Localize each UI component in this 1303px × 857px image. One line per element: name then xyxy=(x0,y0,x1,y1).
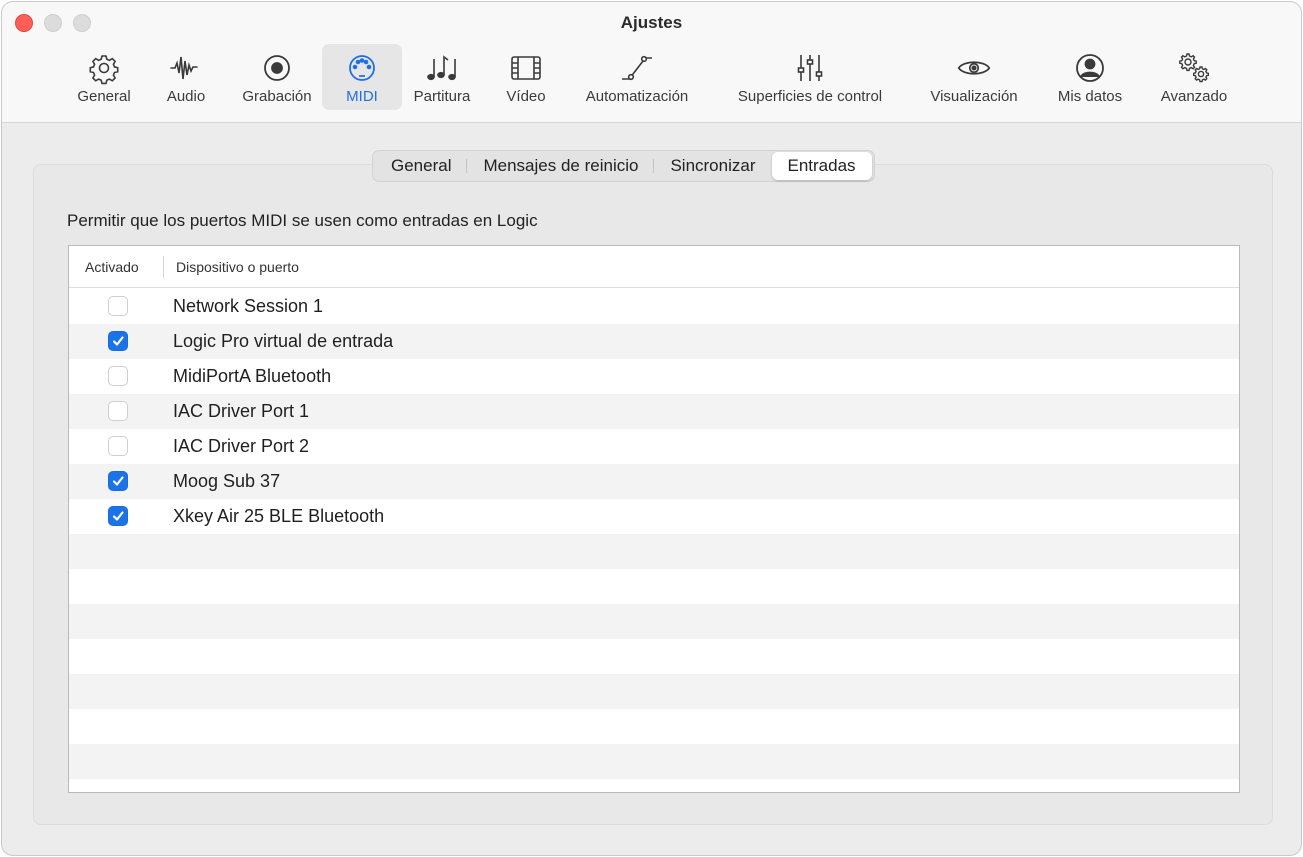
empty-row xyxy=(69,674,1239,709)
table-row[interactable]: Xkey Air 25 BLE Bluetooth xyxy=(69,499,1239,534)
toolbar-automatizacion[interactable]: Automatización xyxy=(572,44,702,110)
midi-tabs: General Mensajes de reinicio Sincronizar… xyxy=(372,150,875,182)
tab-entradas[interactable]: Entradas xyxy=(771,152,872,180)
port-name: Logic Pro virtual de entrada xyxy=(173,331,394,351)
enabled-checkbox[interactable] xyxy=(108,296,128,316)
music-notes-icon xyxy=(425,51,459,85)
toolbar-avanzado[interactable]: Avanzado xyxy=(1150,44,1238,110)
toolbar-video-label: Vídeo xyxy=(506,88,546,105)
empty-row xyxy=(69,639,1239,674)
toolbar-video[interactable]: Vídeo xyxy=(496,44,556,110)
gear-icon xyxy=(87,51,121,85)
user-circle-icon xyxy=(1073,51,1107,85)
settings-window: Ajustes General Audio Grabación MIDI Par… xyxy=(1,1,1302,856)
toolbar-avanzado-label: Avanzado xyxy=(1160,88,1228,105)
enabled-checkbox[interactable] xyxy=(108,506,128,526)
port-name: Xkey Air 25 BLE Bluetooth xyxy=(173,506,385,526)
table-row[interactable]: Logic Pro virtual de entrada xyxy=(69,324,1239,359)
toolbar-superficies[interactable]: Superficies de control xyxy=(720,44,900,110)
toolbar-general-label: General xyxy=(77,88,131,105)
port-name: IAC Driver Port 2 xyxy=(173,436,310,456)
port-name: IAC Driver Port 1 xyxy=(173,401,310,421)
empty-row xyxy=(69,709,1239,744)
table-body: Network Session 1 Logic Pro virtual de en… xyxy=(69,289,1239,779)
table-row[interactable]: Network Session 1 xyxy=(69,289,1239,324)
toolbar-misdatos[interactable]: Mis datos xyxy=(1046,44,1134,110)
empty-row xyxy=(69,534,1239,569)
midi-ports-table: Activado Dispositivo o puerto Network Se… xyxy=(68,245,1240,793)
table-row[interactable]: MidiPortA Bluetooth xyxy=(69,359,1239,394)
enabled-checkbox[interactable] xyxy=(108,366,128,386)
table-row[interactable]: IAC Driver Port 2 xyxy=(69,429,1239,464)
toolbar-midi[interactable]: MIDI xyxy=(322,44,402,110)
eye-icon xyxy=(957,51,991,85)
toolbar-partitura[interactable]: Partitura xyxy=(404,44,480,110)
sliders-icon xyxy=(793,51,827,85)
table-row[interactable]: IAC Driver Port 1 xyxy=(69,394,1239,429)
toolbar-visualizacion[interactable]: Visualización xyxy=(916,44,1032,110)
empty-row xyxy=(69,744,1239,779)
window-title: Ajustes xyxy=(620,13,683,32)
toolbar-partitura-label: Partitura xyxy=(413,88,471,105)
toolbar-midi-label: MIDI xyxy=(346,88,378,105)
tab-sincronizar[interactable]: Sincronizar xyxy=(654,152,771,180)
column-divider xyxy=(163,256,164,278)
titlebar: Ajustes General Audio Grabación MIDI Par… xyxy=(2,2,1301,123)
port-name: Network Session 1 xyxy=(173,296,324,316)
automation-curve-icon xyxy=(620,51,654,85)
gears-icon xyxy=(1177,51,1211,85)
column-header-dispositivo[interactable]: Dispositivo o puerto xyxy=(176,246,299,288)
tab-general[interactable]: General xyxy=(375,152,468,180)
description-text: Permitir que los puertos MIDI se usen co… xyxy=(67,211,538,230)
table-header: Activado Dispositivo o puerto xyxy=(69,246,1239,288)
tab-mensajes-de-reinicio[interactable]: Mensajes de reinicio xyxy=(467,152,655,180)
enabled-checkbox[interactable] xyxy=(108,331,128,351)
column-header-activado[interactable]: Activado xyxy=(85,246,139,288)
table-row[interactable]: Moog Sub 37 xyxy=(69,464,1239,499)
port-name: Moog Sub 37 xyxy=(173,471,281,491)
film-icon xyxy=(509,51,543,85)
midi-connector-icon xyxy=(345,51,379,85)
toolbar-automatizacion-label: Automatización xyxy=(585,88,689,105)
enabled-checkbox[interactable] xyxy=(108,401,128,421)
toolbar-audio[interactable]: Audio xyxy=(158,44,214,110)
empty-row xyxy=(69,569,1239,604)
waveform-icon xyxy=(169,51,203,85)
toolbar-grabacion-label: Grabación xyxy=(242,88,312,105)
toolbar-misdatos-label: Mis datos xyxy=(1057,88,1123,105)
enabled-checkbox[interactable] xyxy=(108,471,128,491)
empty-row xyxy=(69,604,1239,639)
toolbar-grabacion[interactable]: Grabación xyxy=(232,44,322,110)
toolbar-superficies-label: Superficies de control xyxy=(737,88,883,105)
toolbar-visualizacion-label: Visualización xyxy=(930,88,1018,105)
port-name: MidiPortA Bluetooth xyxy=(173,366,332,386)
enabled-checkbox[interactable] xyxy=(108,436,128,456)
toolbar-audio-label: Audio xyxy=(166,88,206,105)
toolbar-general[interactable]: General xyxy=(68,44,140,110)
record-icon xyxy=(260,51,294,85)
